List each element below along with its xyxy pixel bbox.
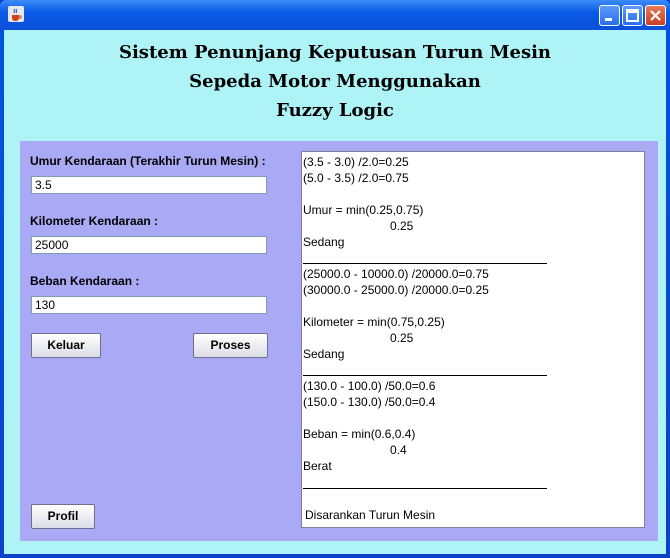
beban-label: Beban Kendaraan :: [30, 274, 140, 288]
maximize-icon: [626, 9, 639, 22]
beban-category: Berat: [303, 459, 332, 473]
close-button[interactable]: [645, 5, 666, 26]
umur-calc-2: (5.0 - 3.5) /2.0=0.75: [303, 171, 409, 185]
beban-input[interactable]: [31, 296, 267, 314]
km-category: Sedang: [303, 347, 345, 361]
minimize-icon: [605, 18, 612, 21]
heading-line-3: Fuzzy Logic: [276, 100, 394, 121]
keluar-button[interactable]: Keluar: [31, 333, 101, 358]
km-input[interactable]: [31, 236, 267, 254]
heading-line-1: Sistem Penunjang Keputusan Turun Mesin: [118, 42, 552, 63]
km-result: 0.25: [390, 331, 414, 345]
km-calc-2: (30000.0 - 25000.0) /20000.0=0.25: [303, 283, 489, 297]
maximize-button[interactable]: [622, 5, 643, 26]
heading-line-2: Sepeda Motor Menggunakan: [189, 71, 481, 92]
beban-result: 0.4: [390, 443, 407, 457]
umur-category: Sedang: [303, 235, 345, 249]
umur-label: Umur Kendaraan (Terakhir Turun Mesin) :: [30, 154, 266, 168]
beban-calc-1: (130.0 - 100.0) /50.0=0.6: [303, 379, 436, 393]
app-window: Sistem Penunjang Keputusan Turun Mesin S…: [0, 0, 670, 558]
separator: [303, 488, 547, 489]
conclusion-text: Disarankan Turun Mesin: [305, 508, 436, 522]
umur-calc-1: (3.5 - 3.0) /2.0=0.25: [303, 155, 409, 169]
beban-min: Beban = min(0.6,0.4): [303, 427, 416, 441]
separator: [303, 375, 547, 376]
result-textarea[interactable]: (3.5 - 3.0) /2.0=0.25 (5.0 - 3.5) /2.0=0…: [301, 151, 645, 528]
umur-min: Umur = min(0.25,0.75): [303, 203, 424, 217]
km-min: Kilometer = min(0.75,0.25): [303, 315, 445, 329]
minimize-button[interactable]: [599, 5, 620, 26]
km-label: Kilometer Kendaraan :: [30, 214, 159, 228]
content-area: Sistem Penunjang Keputusan Turun Mesin S…: [4, 30, 666, 554]
profil-button[interactable]: Profil: [31, 504, 95, 529]
umur-input[interactable]: [31, 176, 267, 194]
close-icon: [650, 10, 661, 21]
proses-button[interactable]: Proses: [193, 333, 268, 358]
umur-result: 0.25: [390, 219, 414, 233]
beban-calc-2: (150.0 - 130.0) /50.0=0.4: [303, 395, 436, 409]
separator: [303, 263, 547, 264]
title-bar[interactable]: [0, 0, 670, 30]
km-calc-1: (25000.0 - 10000.0) /20000.0=0.75: [303, 267, 489, 281]
java-cup-icon: [8, 6, 24, 22]
